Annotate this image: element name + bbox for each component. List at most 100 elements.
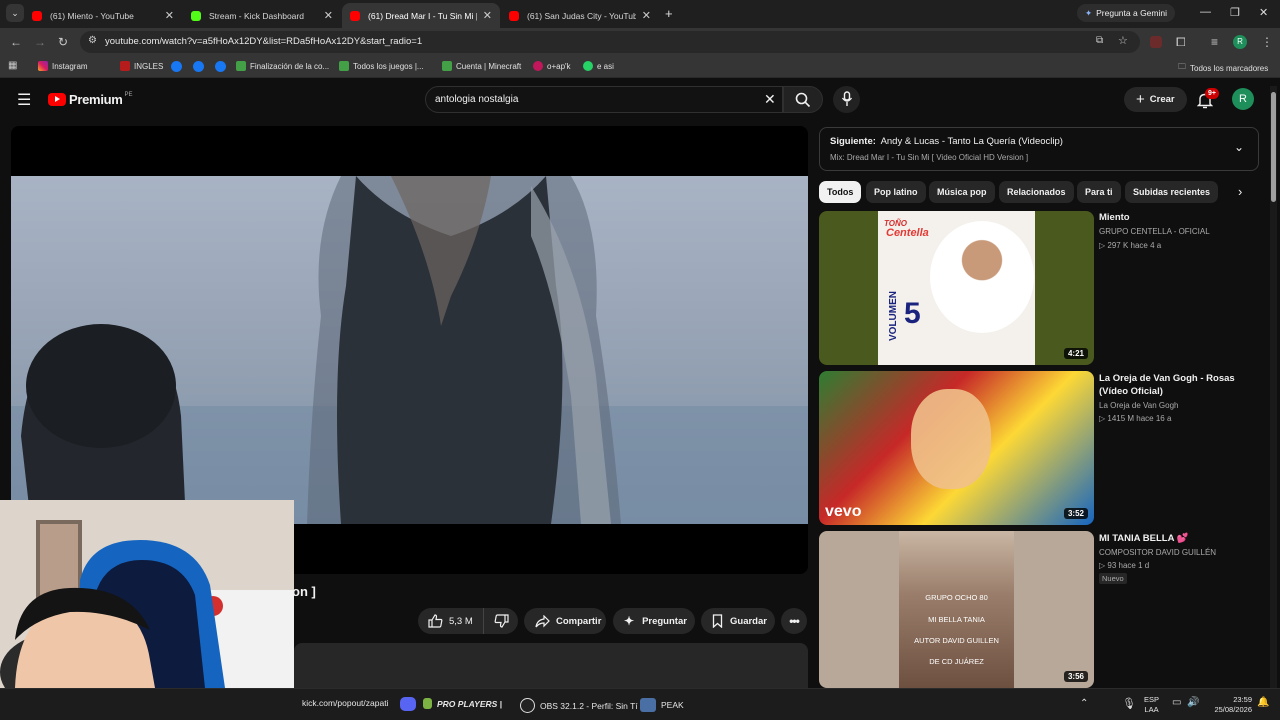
taskbar-item-label: PRO PLAYERS | bbox=[437, 698, 503, 709]
notifications-button[interactable]: 9+ bbox=[1197, 88, 1219, 110]
reload-icon[interactable]: ↻ bbox=[58, 35, 68, 49]
tab-dread-mar[interactable]: (61) Dread Mar I - Tu Sin Mi | V ✕ bbox=[342, 3, 500, 28]
video-thumbnail[interactable]: TOÑO Centella VOLUMEN 5 4:21 bbox=[819, 211, 1094, 365]
share-button[interactable]: Compartir bbox=[524, 608, 606, 634]
language-layout: LAA bbox=[1144, 705, 1159, 714]
close-window-icon[interactable]: ✕ bbox=[1259, 6, 1268, 19]
channel-name[interactable]: GRUPO CENTELLA - OFICIAL bbox=[1099, 227, 1210, 236]
volume-icon[interactable]: 🔊 bbox=[1187, 697, 1199, 708]
chip-todos[interactable]: Todos bbox=[819, 181, 862, 203]
like-button[interactable]: 5,3 M bbox=[418, 608, 484, 634]
scrollbar-thumb[interactable] bbox=[1271, 92, 1276, 202]
search-box[interactable]: antologia nostalgia ✕ bbox=[425, 86, 783, 113]
dislike-button[interactable] bbox=[484, 608, 518, 634]
menu-dots-icon[interactable]: ⋮ bbox=[1261, 35, 1273, 49]
tab-list-icon[interactable]: ≡ bbox=[1211, 35, 1218, 49]
recommendation-item[interactable]: GRUPO OCHO 80 MI BELLA TANIA AUTOR DAVID… bbox=[819, 531, 1259, 688]
chip-subidas-recientes[interactable]: Subidas recientes bbox=[1125, 181, 1219, 203]
bookmark-star-icon[interactable]: ☆ bbox=[1118, 34, 1128, 47]
taskbar-pro-players[interactable]: PRO PLAYERS | bbox=[423, 698, 502, 709]
new-tab-icon[interactable]: + bbox=[665, 6, 673, 21]
more-actions-button[interactable]: ••• bbox=[781, 608, 807, 634]
recommendation-title[interactable]: Miento bbox=[1099, 211, 1259, 224]
up-next-panel[interactable]: Siguiente: Andy & Lucas - Tanto La Querí… bbox=[819, 127, 1259, 171]
chip-relacionados[interactable]: Relacionados bbox=[999, 181, 1074, 203]
bookmark-todos-juegos[interactable]: Todos los juegos |... bbox=[339, 61, 424, 71]
bookmark-instagram[interactable]: Instagram bbox=[38, 61, 88, 71]
facebook-icon[interactable] bbox=[171, 61, 182, 72]
youtube-favicon-icon bbox=[32, 10, 42, 21]
facebook-icon[interactable] bbox=[193, 61, 204, 72]
chip-pop-latino[interactable]: Pop latino bbox=[866, 181, 926, 203]
discord-icon[interactable] bbox=[400, 697, 416, 711]
close-tab-icon[interactable]: ✕ bbox=[324, 9, 333, 22]
install-app-icon[interactable]: ⧉ bbox=[1096, 35, 1103, 46]
back-arrow-icon[interactable]: ← bbox=[10, 35, 22, 49]
chip-musica-pop[interactable]: Música pop bbox=[929, 181, 995, 203]
voice-search-button[interactable] bbox=[833, 86, 860, 113]
taskbar-obs[interactable]: OBS 32.1.2 - Perfil: Sin Tí bbox=[520, 698, 638, 713]
extensions-puzzle-icon[interactable]: ⧠ bbox=[1176, 35, 1186, 50]
gemini-button[interactable]: ✦ Pregunta a Gemini bbox=[1077, 4, 1175, 22]
expand-chevron-icon[interactable]: ⌄ bbox=[1234, 140, 1244, 154]
close-tab-icon[interactable]: ✕ bbox=[642, 9, 651, 22]
search-button[interactable] bbox=[783, 86, 823, 113]
instagram-icon bbox=[38, 61, 48, 71]
clock[interactable]: 23:59 25/08/2026 bbox=[1208, 695, 1252, 715]
profile-avatar[interactable]: R bbox=[1233, 35, 1247, 49]
tray-chevron-icon[interactable]: ⌃ bbox=[1080, 698, 1088, 709]
close-tab-icon[interactable]: ✕ bbox=[165, 9, 174, 22]
site-info-icon[interactable]: ⚙ bbox=[88, 35, 97, 46]
bookmark-oapk[interactable]: o+ap'k bbox=[533, 61, 571, 71]
taskbar-peak[interactable]: PEAK bbox=[640, 698, 684, 712]
tab-kick-dashboard[interactable]: Stream - Kick Dashboard ✕ bbox=[183, 3, 341, 28]
ask-label: Preguntar bbox=[642, 615, 687, 627]
forward-arrow-icon[interactable]: → bbox=[34, 35, 46, 49]
description-box[interactable] bbox=[294, 643, 808, 688]
minimize-icon[interactable]: — bbox=[1200, 6, 1211, 18]
tab-search-chevron-icon[interactable]: ⌄ bbox=[6, 4, 24, 22]
channel-name[interactable]: La Oreja de Van Gogh bbox=[1099, 401, 1178, 410]
clear-search-icon[interactable]: ✕ bbox=[764, 91, 776, 108]
recommendation-item[interactable]: vevo 3:52 La Oreja de Van Gogh - Rosas (… bbox=[819, 371, 1259, 525]
video-thumbnail[interactable]: GRUPO OCHO 80 MI BELLA TANIA AUTOR DAVID… bbox=[819, 531, 1094, 688]
hamburger-menu-icon[interactable]: ☰ bbox=[17, 90, 31, 110]
ask-button[interactable]: ✦ Preguntar bbox=[613, 608, 695, 634]
account-avatar[interactable]: R bbox=[1232, 88, 1254, 110]
bookmark-e-asi[interactable]: e asi bbox=[583, 61, 614, 71]
tab-miento[interactable]: (61) Miento - YouTube ✕ bbox=[24, 3, 182, 28]
bookmark-ingles[interactable]: INGLES bbox=[120, 61, 163, 71]
extension-icon[interactable] bbox=[1150, 36, 1162, 48]
network-icon[interactable]: ▭ bbox=[1172, 697, 1181, 708]
video-scene-illustration bbox=[11, 176, 808, 524]
recommendation-item[interactable]: TOÑO Centella VOLUMEN 5 4:21 Miento GRUP… bbox=[819, 211, 1259, 365]
all-bookmarks[interactable]: 🗀 Todos los marcadores bbox=[1178, 61, 1268, 75]
youtube-logo[interactable]: Premium PE bbox=[48, 92, 133, 107]
search-input[interactable]: antologia nostalgia bbox=[435, 94, 518, 105]
close-tab-icon[interactable]: ✕ bbox=[483, 9, 492, 22]
video-thumbnail[interactable]: vevo 3:52 bbox=[819, 371, 1094, 525]
page-scrollbar[interactable] bbox=[1270, 86, 1277, 688]
channel-name[interactable]: COMPOSITOR DAVID GUILLÉN bbox=[1099, 548, 1216, 557]
up-next-mix: Mix: Dread Mar I - Tu Sin Mi [ Video Ofi… bbox=[830, 153, 1029, 162]
bookmark-minecraft[interactable]: Cuenta | Minecraft bbox=[442, 61, 521, 71]
chip-para-ti[interactable]: Para ti bbox=[1077, 181, 1121, 203]
save-button[interactable]: Guardar bbox=[701, 608, 775, 634]
tab-san-judas[interactable]: (61) San Judas City - YouTube ✕ bbox=[501, 3, 659, 28]
up-next-label: Siguiente: bbox=[830, 136, 876, 147]
create-button[interactable]: + Crear bbox=[1124, 87, 1187, 112]
restore-icon[interactable]: ❐ bbox=[1230, 6, 1240, 19]
recommendation-title[interactable]: La Oreja de Van Gogh - Rosas (Vídeo Ofic… bbox=[1099, 372, 1259, 398]
recommendation-title[interactable]: MI TANIA BELLA 💕 bbox=[1099, 532, 1259, 545]
tab-title: (61) Dread Mar I - Tu Sin Mi | V bbox=[368, 10, 477, 21]
tray-mic-icon[interactable]: 🎙 bbox=[1122, 697, 1136, 710]
chips-next-arrow-icon[interactable]: › bbox=[1238, 184, 1242, 199]
bookmark-finalizacion[interactable]: Finalización de la co... bbox=[236, 61, 329, 71]
tab-title: (61) Miento - YouTube bbox=[50, 10, 134, 21]
language-indicator[interactable]: ESP LAA bbox=[1144, 695, 1159, 715]
taskbar-kick-popout[interactable]: kick.com/popout/zapati bbox=[302, 698, 388, 708]
facebook-icon[interactable] bbox=[215, 61, 226, 72]
apps-grid-icon[interactable]: ▦ bbox=[8, 60, 17, 71]
notification-center-icon[interactable]: 🔔 bbox=[1257, 697, 1269, 708]
address-bar[interactable]: ⚙ youtube.com/watch?v=a5fHoAx12DY&list=R… bbox=[80, 31, 1140, 53]
